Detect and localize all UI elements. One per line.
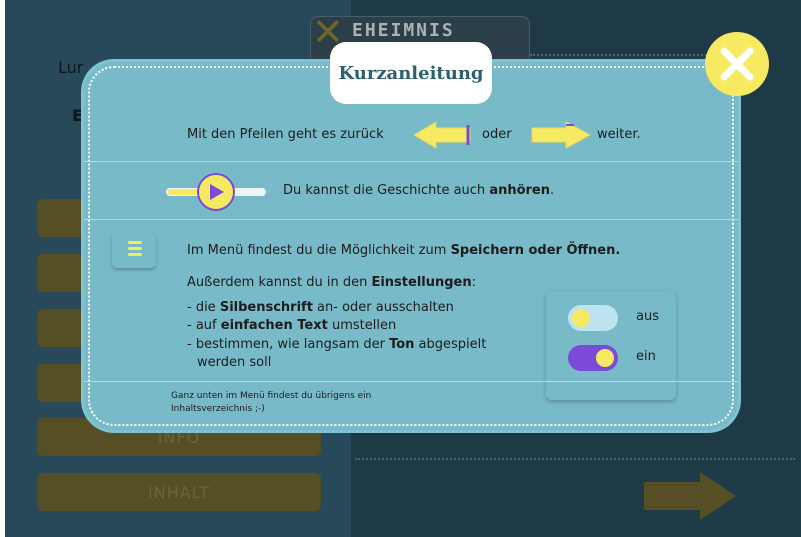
- toggle-off-label: aus: [636, 309, 659, 324]
- settings-bullet-3-continuation: werden soll: [197, 355, 272, 370]
- audio-player-illustration: [166, 173, 266, 211]
- background-next-arrow-icon: [644, 472, 736, 520]
- close-icon: [720, 47, 754, 81]
- hamburger-menu-icon: [128, 241, 142, 256]
- background-heading: Lur: [58, 58, 84, 77]
- section-divider: [84, 219, 738, 220]
- settings-bullet-2: - auf einfachen Text umstellen: [187, 318, 397, 333]
- toggle-example-panel: aus ein: [546, 291, 676, 400]
- arrow-right-icon: [531, 121, 592, 149]
- toggle-on-example: [568, 345, 618, 371]
- toggle-knob: [596, 349, 614, 367]
- nav-instruction-prefix: Mit den Pfeilen geht es zurück: [187, 127, 384, 142]
- menu-illustration: [112, 233, 156, 268]
- toggle-on-label: ein: [636, 349, 656, 364]
- menu-instruction-line1: Im Menü findest du die Möglichkeit zum S…: [187, 243, 621, 258]
- background-subheading: E: [72, 106, 83, 125]
- close-button[interactable]: [705, 32, 769, 96]
- background-divider-bottom: [355, 458, 795, 460]
- arrow-left-icon: [413, 121, 471, 149]
- menu-instruction-line2: Außerdem kannst du in den Einstellungen:: [187, 275, 477, 290]
- background-menu-button-inhalt: INHALT: [37, 473, 321, 511]
- audio-instruction: Du kannst die Geschichte auch anhören.: [283, 183, 555, 198]
- footer-note-line1: Ganz unten im Menü findest du übrigens e…: [171, 391, 372, 401]
- nav-instruction-middle: oder: [482, 127, 512, 142]
- background-logo-text-1: EHEIMNIS: [352, 20, 455, 41]
- toggle-knob: [572, 309, 590, 327]
- section-divider: [84, 161, 738, 162]
- footer-note-line2: Inhaltsverzeichnis ;-): [171, 404, 265, 414]
- section-divider: [84, 381, 738, 382]
- dialog-title: Kurzanleitung: [330, 42, 492, 104]
- settings-bullet-3: - bestimmen, wie langsam der Ton abgespi…: [187, 337, 487, 352]
- toggle-off-example: [568, 305, 618, 331]
- settings-bullet-1: - die Silbenschrift an- oder ausschalten: [187, 300, 454, 315]
- nav-instruction-suffix: weiter.: [597, 127, 641, 142]
